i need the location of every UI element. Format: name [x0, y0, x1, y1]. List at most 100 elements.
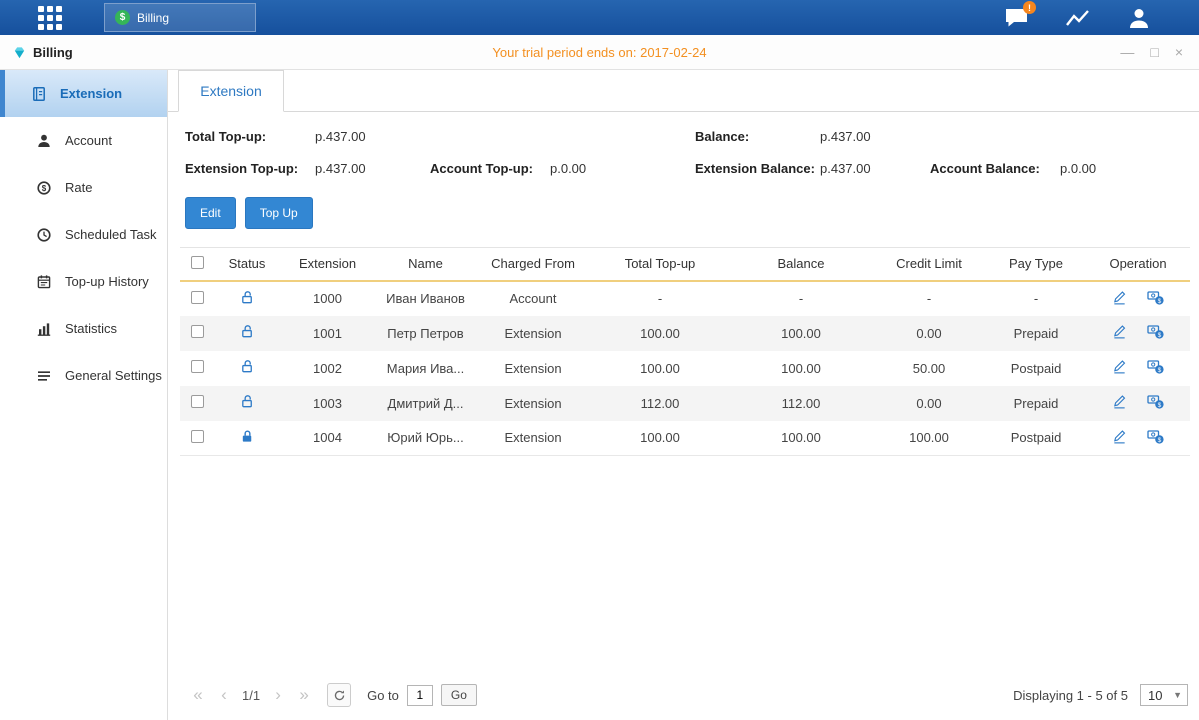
user-account-icon[interactable] — [1127, 7, 1151, 29]
cell-total-topup: 100.00 — [590, 351, 730, 386]
chat-icon[interactable]: ! — [1004, 7, 1029, 28]
sidebar-item-label: Statistics — [65, 321, 117, 336]
cell-credit-limit: 0.00 — [872, 316, 986, 351]
balance-value: p.437.00 — [820, 129, 930, 144]
tabstrip: Extension — [168, 70, 1199, 112]
cell-pay-type: Postpaid — [986, 421, 1086, 456]
column-header-status: Status — [214, 248, 280, 281]
table-row: 1000 Иван Иванов Account - - - - $ — [180, 281, 1190, 316]
svg-text:$: $ — [42, 184, 47, 193]
column-header-charged-from: Charged From — [476, 248, 590, 281]
svg-text:$: $ — [1158, 332, 1162, 339]
edit-button[interactable]: Edit — [185, 197, 236, 229]
extension-topup-value: p.437.00 — [315, 161, 430, 176]
edit-pencil-icon[interactable] — [1112, 290, 1127, 305]
row-checkbox[interactable] — [191, 395, 204, 408]
person-icon — [1127, 7, 1151, 29]
chevron-down-icon: ▼ — [1173, 690, 1182, 700]
cell-extension: 1003 — [280, 386, 375, 421]
extension-balance-value: p.437.00 — [820, 161, 930, 176]
statistics-chart-icon[interactable] — [1065, 8, 1091, 28]
cell-extension: 1002 — [280, 351, 375, 386]
sidebar-item-account[interactable]: Account — [0, 117, 167, 164]
page-size-select[interactable]: 10 ▼ — [1140, 684, 1188, 706]
svg-text:$: $ — [1158, 437, 1162, 444]
top-up-money-icon[interactable]: $ — [1147, 394, 1164, 409]
cell-charged-from: Extension — [476, 421, 590, 456]
cell-credit-limit: - — [872, 281, 986, 316]
cell-balance: 100.00 — [730, 316, 872, 351]
displaying-count: Displaying 1 - 5 of 5 — [1013, 688, 1128, 703]
maximize-icon[interactable]: □ — [1150, 45, 1158, 59]
row-checkbox[interactable] — [191, 325, 204, 338]
tab-extension[interactable]: Extension — [178, 70, 284, 112]
first-page-button[interactable]: « — [185, 685, 211, 705]
row-checkbox[interactable] — [191, 360, 204, 373]
top-up-money-icon[interactable]: $ — [1147, 429, 1164, 444]
sidebar-item-scheduled-task[interactable]: Scheduled Task — [0, 211, 167, 258]
billing-gem-icon — [12, 45, 27, 60]
column-header-pay-type: Pay Type — [986, 248, 1086, 281]
last-page-button[interactable]: » — [291, 685, 317, 705]
edit-pencil-icon[interactable] — [1112, 324, 1127, 339]
top-up-money-icon[interactable]: $ — [1147, 324, 1164, 339]
sidebar-item-extension[interactable]: Extension — [0, 70, 167, 117]
sidebar-item-label: Rate — [65, 180, 92, 195]
go-button[interactable]: Go — [441, 684, 477, 706]
next-page-button[interactable]: › — [265, 685, 291, 705]
extension-content: Total Top-up: p.437.00 Balance: p.437.00… — [168, 112, 1199, 670]
page-size-value: 10 — [1148, 688, 1162, 703]
sidebar-item-label: Top-up History — [65, 274, 149, 289]
account-person-icon — [36, 133, 52, 149]
cell-name: Юрий Юрь... — [375, 421, 476, 456]
cell-total-topup: 100.00 — [590, 421, 730, 456]
top-up-button[interactable]: Top Up — [245, 197, 313, 229]
sidebar-item-general-settings[interactable]: General Settings — [0, 352, 167, 399]
cell-charged-from: Extension — [476, 351, 590, 386]
total-topup-value: p.437.00 — [315, 129, 430, 144]
window-titlebar: Billing Your trial period ends on: 2017-… — [0, 35, 1199, 70]
row-checkbox[interactable] — [191, 430, 204, 443]
sidebar-item-statistics[interactable]: Statistics — [0, 305, 167, 352]
row-checkbox[interactable] — [191, 291, 204, 304]
table-row: 1004 Юрий Юрь... Extension 100.00 100.00… — [180, 421, 1190, 456]
column-header-operation: Operation — [1086, 248, 1190, 281]
cell-extension: 1004 — [280, 421, 375, 456]
account-topup-value: p.0.00 — [550, 161, 695, 176]
account-balance-label: Account Balance: — [930, 161, 1060, 176]
line-chart-icon — [1065, 8, 1091, 28]
status-unlocked-icon — [240, 359, 255, 374]
cell-pay-type: Prepaid — [986, 386, 1086, 421]
sidebar-item-topup-history[interactable]: Top-up History — [0, 258, 167, 305]
minimize-icon[interactable]: — — [1120, 45, 1134, 59]
edit-pencil-icon[interactable] — [1112, 394, 1127, 409]
total-topup-label: Total Top-up: — [185, 129, 315, 144]
account-topup-label: Account Top-up: — [430, 161, 550, 176]
refresh-button[interactable] — [327, 683, 351, 707]
sidebar-item-rate[interactable]: $ Rate — [0, 164, 167, 211]
table-header-row: Status Extension Name Charged From Total… — [180, 248, 1190, 281]
edit-pencil-icon[interactable] — [1112, 429, 1127, 444]
extension-balance-label: Extension Balance: — [695, 161, 820, 176]
prev-page-button[interactable]: ‹ — [211, 685, 237, 705]
svg-text:$: $ — [1158, 402, 1162, 409]
status-locked-icon — [240, 429, 255, 444]
status-unlocked-icon — [240, 324, 255, 339]
calendar-icon — [36, 274, 52, 290]
clock-icon — [36, 227, 52, 243]
select-all-checkbox[interactable] — [191, 256, 204, 269]
settings-list-icon — [36, 368, 52, 384]
top-up-money-icon[interactable]: $ — [1147, 359, 1164, 374]
edit-pencil-icon[interactable] — [1112, 359, 1127, 374]
cell-credit-limit: 100.00 — [872, 421, 986, 456]
cell-charged-from: Extension — [476, 386, 590, 421]
app-grid-icon[interactable] — [38, 6, 62, 30]
main-panel: Extension Total Top-up: p.437.00 Balance… — [168, 70, 1199, 720]
sidebar-item-label: Scheduled Task — [65, 227, 157, 242]
goto-page-input[interactable] — [407, 685, 433, 706]
top-up-money-icon[interactable]: $ — [1147, 290, 1164, 305]
close-icon[interactable]: × — [1175, 45, 1183, 59]
extension-book-icon — [31, 86, 47, 102]
topbar-tab-billing[interactable]: $ Billing — [104, 3, 256, 32]
cell-credit-limit: 50.00 — [872, 351, 986, 386]
